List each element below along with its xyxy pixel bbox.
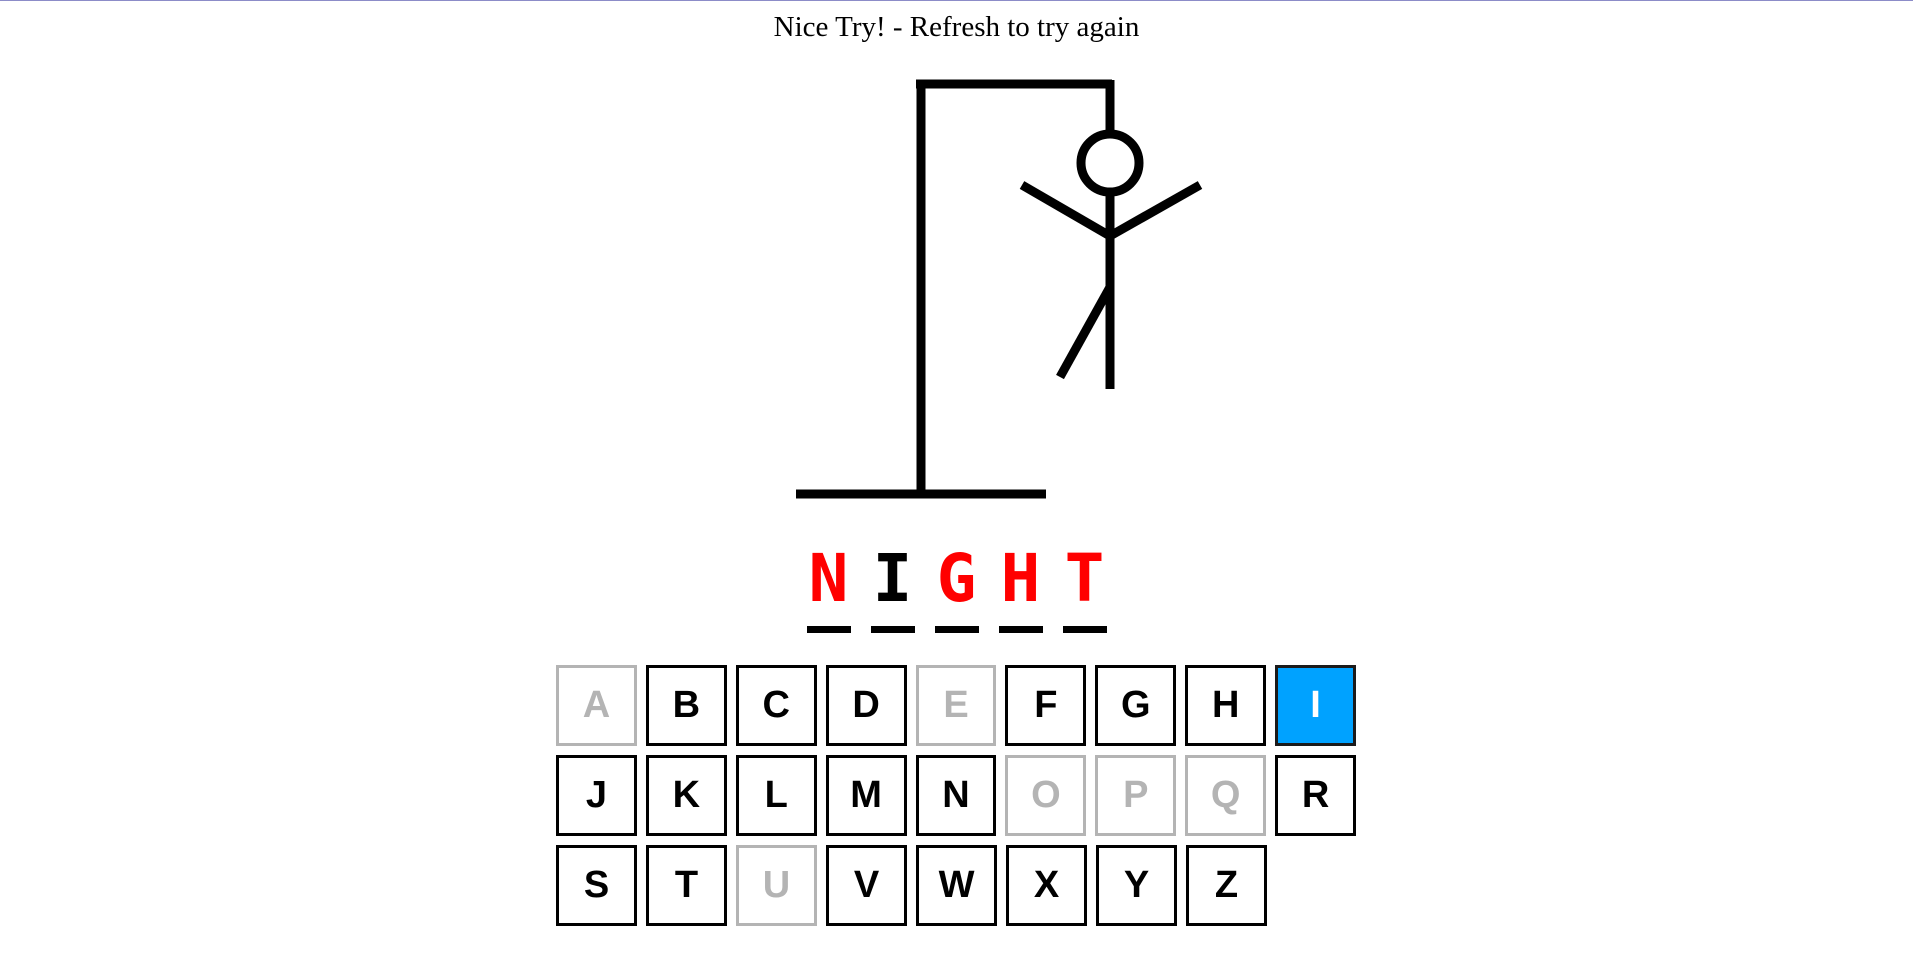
letter-key-z[interactable]: Z [1186,845,1267,926]
letter-key-r[interactable]: R [1275,755,1357,836]
word-slot: G [934,539,979,633]
letter-key-j[interactable]: J [556,755,637,836]
word-letter: H [1000,540,1041,617]
letter-key-l[interactable]: L [735,755,817,836]
word-letter: I [872,540,913,617]
keyboard-row: JKLMNOPQR [556,755,1357,836]
letter-key-e[interactable]: E [915,665,997,746]
letter-key-n[interactable]: N [915,755,997,836]
word-display: NIGHT [0,539,1913,633]
letter-keyboard: ABCDEFGHI JKLMNOPQR STUVWXYZ [556,665,1357,935]
letter-key-i[interactable]: I [1275,665,1357,746]
word-letter: G [936,540,977,617]
letter-key-u[interactable]: U [736,845,817,926]
letter-key-f[interactable]: F [1005,665,1087,746]
word-letter: T [1064,540,1105,617]
letter-key-x[interactable]: X [1006,845,1087,926]
word-slot: T [1062,539,1107,633]
letter-key-b[interactable]: B [645,665,727,746]
letter-key-h[interactable]: H [1185,665,1267,746]
letter-key-p[interactable]: P [1095,755,1177,836]
word-slot: H [998,539,1043,633]
letter-key-d[interactable]: D [825,665,907,746]
letter-underline [934,626,979,633]
keyboard-row: ABCDEFGHI [556,665,1357,746]
letter-key-s[interactable]: S [556,845,637,926]
letter-key-o[interactable]: O [1005,755,1087,836]
letter-underline [806,626,851,633]
letter-underline [870,626,915,633]
letter-key-q[interactable]: Q [1185,755,1267,836]
letter-key-t[interactable]: T [646,845,727,926]
word-letter: N [808,540,849,617]
letter-underline [1062,626,1107,633]
letter-key-m[interactable]: M [825,755,907,836]
word-slot: N [806,539,851,633]
game-status-message: Nice Try! - Refresh to try again [773,11,1140,43]
letter-underline [998,626,1043,633]
letter-key-y[interactable]: Y [1096,845,1177,926]
letter-key-v[interactable]: V [826,845,907,926]
hangman-left-leg [1056,284,1114,380]
letter-key-a[interactable]: A [556,665,637,746]
letter-key-w[interactable]: W [916,845,997,926]
letter-key-g[interactable]: G [1095,665,1177,746]
hangman-head [1076,129,1144,197]
keyboard-row: STUVWXYZ [556,845,1356,926]
letter-key-c[interactable]: C [735,665,817,746]
hangman-drawing [796,79,1203,499]
word-slot: I [870,539,915,633]
letter-key-k[interactable]: K [645,755,727,836]
